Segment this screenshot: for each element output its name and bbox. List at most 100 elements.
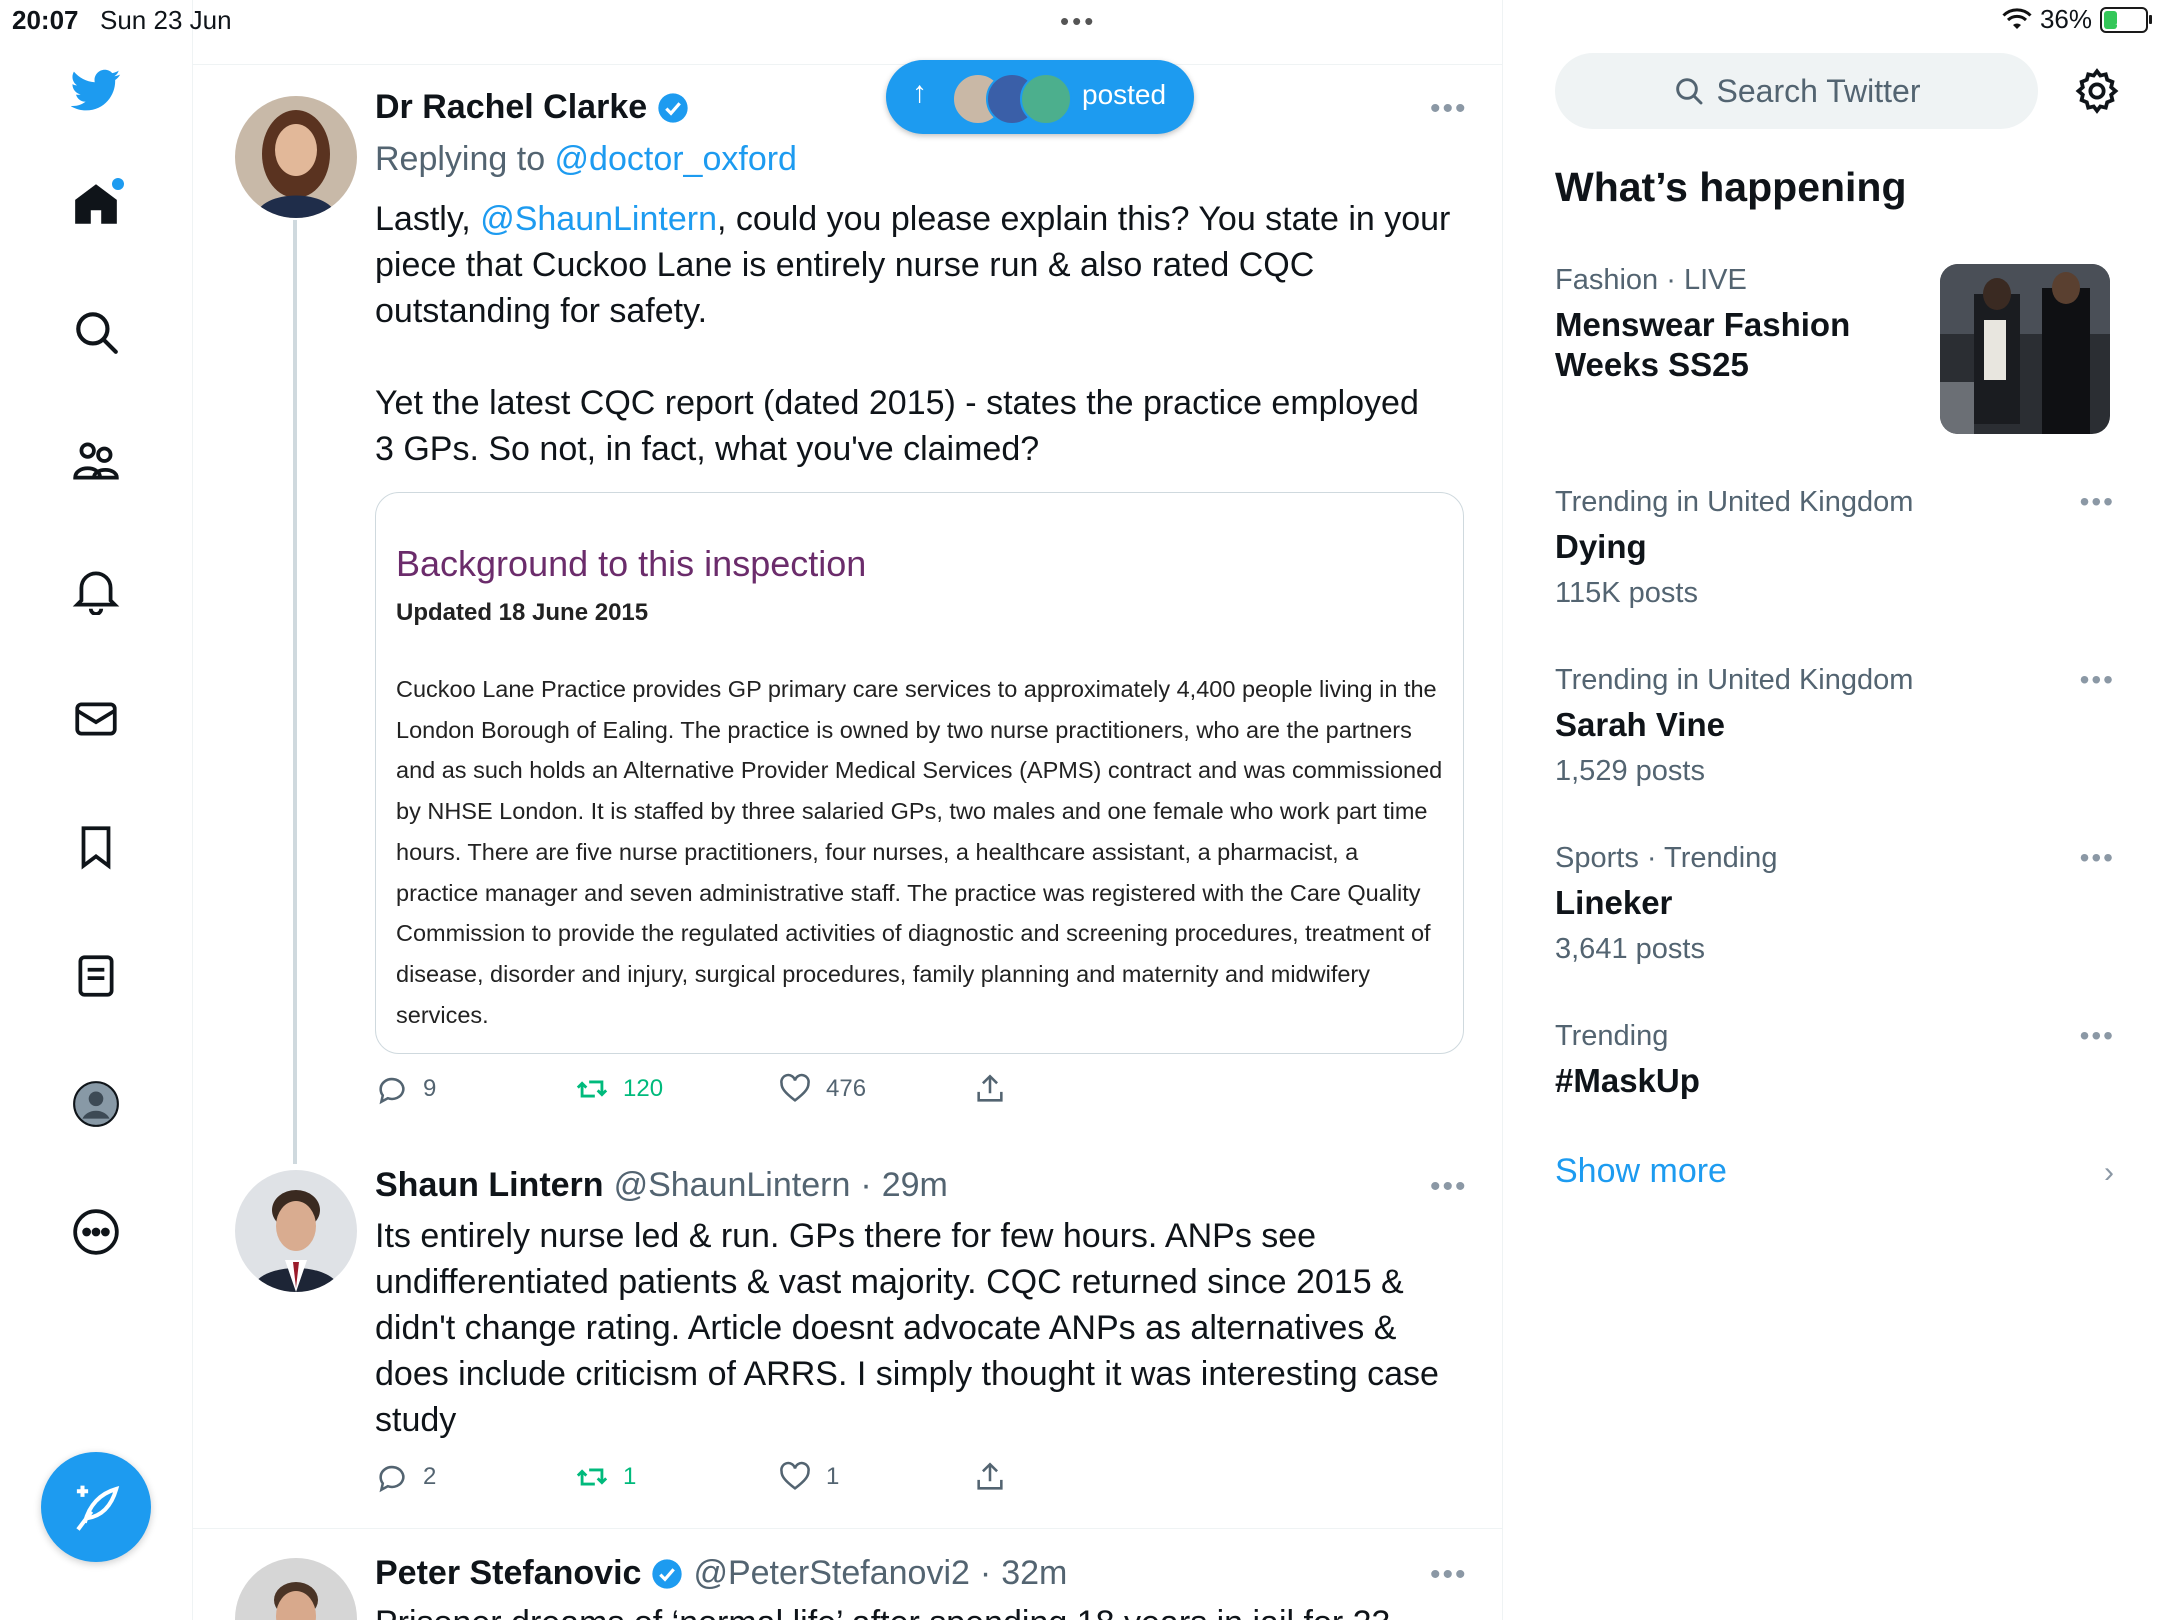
retweet-button[interactable]: 1 — [575, 1460, 636, 1494]
bookmarks-icon[interactable] — [64, 815, 128, 879]
trend-item[interactable]: Trending in United Kingdom Dying 115K po… — [1555, 486, 2115, 610]
avatar[interactable] — [235, 1170, 357, 1292]
retweet-icon — [576, 1080, 608, 1098]
tweet-text: Its entirely nurse led & run. GPs there … — [375, 1217, 1439, 1439]
reply-button[interactable]: 2 — [375, 1460, 436, 1494]
pill-avatar-3 — [1020, 73, 1072, 125]
reply-count: 2 — [423, 1463, 437, 1490]
wifi-icon — [2002, 7, 2032, 29]
tweet-more-icon[interactable]: ••• — [1430, 1558, 1468, 1592]
trend-more-icon[interactable]: ••• — [2080, 842, 2115, 874]
retweet-button[interactable]: 120 — [575, 1072, 663, 1106]
like-count: 476 — [826, 1075, 867, 1102]
trend-category: Trending in United Kingdom — [1555, 664, 1914, 696]
left-nav — [0, 0, 193, 1620]
verified-badge-icon — [658, 92, 688, 123]
home-notification-dot — [112, 178, 124, 190]
top-divider — [192, 64, 1502, 65]
trend-item[interactable]: Trending #MaskUp ••• — [1555, 1020, 2115, 1101]
like-button[interactable]: 476 — [778, 1072, 866, 1106]
search-input[interactable]: Search Twitter — [1555, 53, 2038, 129]
featured-category: Fashion — [1555, 264, 1659, 296]
trend-more-icon[interactable]: ••• — [2080, 1020, 2115, 1052]
notifications-icon[interactable] — [64, 558, 128, 622]
home-icon[interactable] — [64, 172, 128, 236]
battery-percent: 36% — [2039, 4, 2092, 34]
status-date: Sun 23 Jun — [100, 5, 232, 35]
status-time: 20:07 — [12, 5, 79, 35]
tweet-mention[interactable]: @ShaunLintern — [480, 200, 717, 238]
share-button[interactable] — [973, 1072, 1007, 1106]
replying-mention[interactable]: @doctor_oxford — [555, 140, 797, 178]
tweet-more-icon[interactable]: ••• — [1430, 1170, 1468, 1204]
more-icon[interactable] — [64, 1200, 128, 1264]
chevron-right-icon[interactable]: › — [2104, 1156, 2114, 1190]
whats-happening-title: What’s happening — [1555, 164, 1907, 210]
trend-name: Dying — [1555, 528, 1647, 565]
status-right: 36% ⚡ — [2002, 4, 2152, 35]
heart-icon — [780, 1073, 810, 1102]
compose-button[interactable] — [41, 1452, 151, 1562]
replying-prefix: Replying to — [375, 140, 555, 178]
trend-count: 1,529 posts — [1555, 755, 1705, 787]
multitasking-dots-icon[interactable]: ••• — [1060, 6, 1096, 37]
author-handle[interactable]: @ShaunLintern — [614, 1166, 851, 1205]
featured-image[interactable] — [1940, 264, 2110, 434]
author-name[interactable]: Peter Stefanovic — [375, 1554, 641, 1593]
author-name[interactable]: Dr Rachel Clarke — [375, 88, 647, 127]
trend-name: #MaskUp — [1555, 1062, 1700, 1099]
attached-image-card[interactable]: Background to this inspection Updated 18… — [375, 492, 1464, 1054]
author-handle[interactable]: @PeterStefanovi2 — [693, 1554, 969, 1593]
avatar[interactable] — [235, 96, 357, 218]
messages-icon[interactable] — [64, 687, 128, 751]
communities-icon[interactable] — [64, 429, 128, 493]
tweet-time[interactable]: 29m — [882, 1166, 948, 1205]
trend-name: Menswear Fashion Weeks SS25 — [1555, 306, 1851, 383]
share-icon — [977, 1462, 1003, 1490]
share-button[interactable] — [973, 1460, 1007, 1494]
tweet-header: Shaun Lintern @ShaunLintern · 29m — [375, 1166, 948, 1205]
lists-icon[interactable] — [64, 944, 128, 1008]
trend-more-icon[interactable]: ••• — [2080, 664, 2115, 696]
reply-icon — [379, 1077, 405, 1105]
avatar[interactable] — [235, 1558, 357, 1620]
twitter-logo-icon[interactable] — [64, 58, 128, 122]
trend-item[interactable]: Sports · Trending Lineker 3,641 posts ••… — [1555, 842, 2115, 966]
search-icon[interactable] — [64, 300, 128, 364]
trend-name: Sarah Vine — [1555, 706, 1725, 743]
trend-category: Trending in United Kingdom — [1555, 486, 1914, 518]
retweet-icon — [576, 1468, 608, 1486]
thread-line — [293, 220, 297, 1164]
header-separator: · — [860, 1166, 872, 1204]
like-button[interactable]: 1 — [778, 1460, 839, 1494]
tweet-actions: 2 1 1 — [375, 1460, 1275, 1500]
reply-button[interactable]: 9 — [375, 1072, 436, 1106]
status-bar: 20:07 Sun 23 Jun ••• 36% ⚡ — [0, 0, 2160, 40]
gear-icon[interactable] — [2072, 66, 2122, 116]
featured-status: LIVE — [1683, 264, 1747, 296]
tweet-text: Prisoner dreams of ‘normal life’ after s… — [375, 1600, 1475, 1620]
tweet-text-post: , could you please explain this? You sta… — [375, 200, 1451, 468]
tweet-divider — [192, 1528, 1502, 1529]
trend-item[interactable]: Trending in United Kingdom Sarah Vine 1,… — [1555, 664, 2115, 788]
reply-count: 9 — [423, 1075, 437, 1102]
replying-to: Replying to @doctor_oxford — [375, 140, 797, 179]
author-name[interactable]: Shaun Lintern — [375, 1166, 604, 1205]
like-count: 1 — [826, 1463, 840, 1490]
profile-icon[interactable] — [64, 1072, 128, 1136]
retweet-count: 120 — [623, 1075, 664, 1102]
tweet-time[interactable]: 32m — [1001, 1554, 1067, 1593]
tweet-more-icon[interactable]: ••• — [1430, 92, 1468, 126]
tweet-actions: 9 120 476 — [375, 1072, 1275, 1112]
retweet-count: 1 — [623, 1463, 637, 1490]
right-sidebar: Search Twitter What’s happening Fashion … — [1502, 0, 2160, 1620]
tweet-text: Lastly, @ShaunLintern, could you please … — [375, 196, 1475, 472]
trend-name: Lineker — [1555, 884, 1673, 921]
show-more-link[interactable]: Show more — [1555, 1152, 1727, 1191]
new-posts-pill[interactable]: ↑ posted — [886, 60, 1194, 134]
reply-icon — [379, 1465, 405, 1493]
trend-more-icon[interactable]: ••• — [2080, 486, 2115, 518]
trend-category: Trending — [1555, 1020, 1669, 1052]
trend-category: Sports · Trending — [1555, 842, 1778, 874]
tweet-text-pre: Lastly, — [375, 200, 481, 238]
